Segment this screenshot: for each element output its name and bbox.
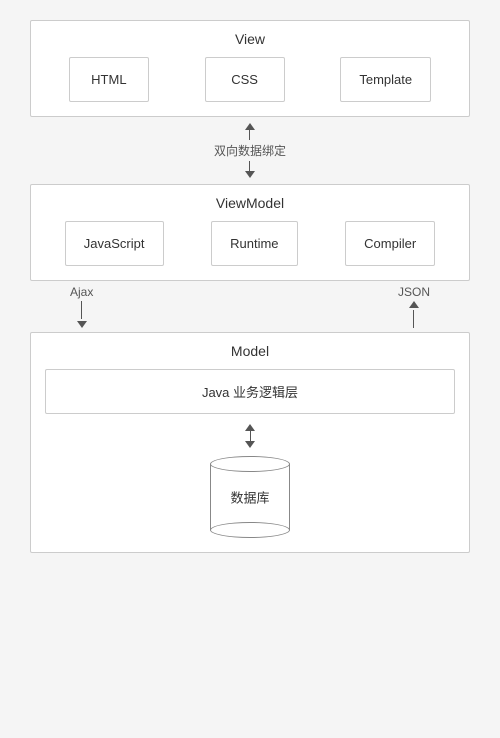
- binding-label: 双向数据绑定: [214, 142, 286, 159]
- ajax-arrowhead: [77, 321, 87, 328]
- json-line: [413, 310, 414, 328]
- viewmodel-title: ViewModel: [45, 195, 455, 211]
- java-logic-item: Java 业务逻辑层: [45, 369, 455, 414]
- db-line: [250, 431, 251, 441]
- arrow-line-1: [249, 130, 250, 140]
- template-item: Template: [340, 57, 431, 102]
- db-bottom: [210, 522, 290, 538]
- compiler-item: Compiler: [345, 221, 435, 266]
- css-item: CSS: [205, 57, 285, 102]
- view-title: View: [45, 31, 455, 47]
- db-label: 数据库: [210, 488, 290, 507]
- database-cylinder: 数据库: [210, 456, 290, 538]
- connector-view-viewmodel: 双向数据绑定: [214, 117, 286, 184]
- model-layer: Model Java 业务逻辑层 数据库: [30, 332, 470, 553]
- html-item: HTML: [69, 57, 149, 102]
- ajax-arrow: Ajax: [70, 285, 93, 328]
- ajax-label: Ajax: [70, 285, 93, 299]
- model-title: Model: [45, 343, 455, 359]
- db-arrowhead-up: [245, 424, 255, 431]
- db-section: 数据库: [45, 456, 455, 538]
- arrow-line-2: [249, 161, 250, 171]
- ajax-line: [81, 301, 82, 319]
- viewmodel-layer: ViewModel JavaScript Runtime Compiler: [30, 184, 470, 281]
- view-layer: View HTML CSS Template: [30, 20, 470, 117]
- javascript-item: JavaScript: [65, 221, 164, 266]
- arrowhead-up-1: [245, 123, 255, 130]
- db-arrowhead-down: [245, 441, 255, 448]
- connector-viewmodel-model: Ajax JSON: [30, 281, 470, 332]
- json-label: JSON: [398, 285, 430, 299]
- viewmodel-items-row: JavaScript Runtime Compiler: [45, 221, 455, 266]
- arrowhead-down-1: [245, 171, 255, 178]
- architecture-diagram: View HTML CSS Template 双向数据绑定 ViewModel …: [30, 20, 470, 553]
- db-top: [210, 456, 290, 472]
- db-arrow-section: [45, 424, 455, 448]
- json-arrow: JSON: [398, 285, 430, 328]
- view-items-row: HTML CSS Template: [45, 57, 455, 102]
- runtime-item: Runtime: [211, 221, 297, 266]
- json-arrowhead: [409, 301, 419, 308]
